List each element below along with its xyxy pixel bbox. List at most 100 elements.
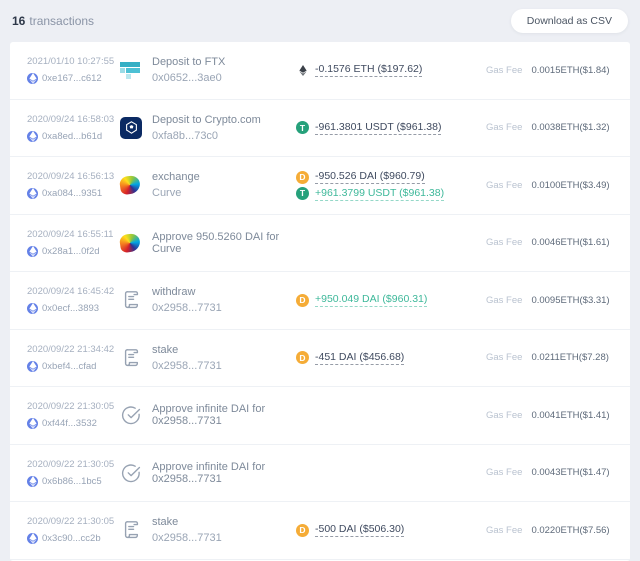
type-cell: Deposit to Crypto.com0xfa8b...73c0 (152, 114, 296, 142)
wallet-address-text: 0xa8ed...b61d (42, 131, 102, 142)
amount-cell: D -950.526 DAI ($960.79) T +961.3799 USDT (… (296, 168, 486, 204)
gas-fee-value: 0.0043ETH($1.47) (531, 467, 609, 478)
amount-cell: D +950.049 DAI ($960.31) (296, 291, 486, 310)
download-csv-button[interactable]: Download as CSV (511, 9, 628, 33)
amount-cell: D-451 DAI ($456.68) (296, 348, 486, 367)
gas-fee-value: 0.0046ETH($1.61) (531, 237, 609, 248)
amount-change: D-500 DAI ($506.30) (296, 523, 486, 537)
transaction-row: 2020/09/22 21:34:420xbef4...cfadstake0x2… (10, 330, 630, 388)
type-icon-cell (120, 117, 152, 139)
crypto-com-logo-icon (120, 117, 142, 139)
type-cell: exchangeCurve (152, 171, 296, 199)
transaction-row: 2020/09/24 16:56:13 0xa084...9351 exchange… (10, 157, 630, 215)
eth-address-icon (27, 361, 38, 372)
gas-fee-value: 0.0015ETH($1.84) (531, 65, 609, 76)
amount-change: D +950.049 DAI ($960.31) (296, 293, 486, 307)
wallet-address-text: 0x28a1...0f2d (42, 246, 100, 257)
gas-fee-label: Gas Fee (486, 65, 522, 76)
dai-token-icon: D (296, 294, 309, 307)
date-address-cell: 2020/09/22 21:30:050x6b86...1bc5 (27, 459, 120, 487)
type-cell: Approve 950.5260 DAI for Curve (152, 231, 296, 255)
type-cell: withdraw0x2958...7731 (152, 286, 296, 314)
transaction-date: 2020/09/24 16:45:42 (27, 286, 120, 297)
gas-fee-cell: Gas Fee0.0095ETH($3.31) (486, 295, 616, 306)
gas-fee-label: Gas Fee (486, 467, 522, 478)
wallet-address: 0xf44f...3532 (27, 418, 120, 429)
type-icon-cell (120, 462, 152, 484)
amount-value[interactable]: +961.3799 USDT ($961.38) (315, 187, 444, 201)
transaction-date: 2020/09/24 16:56:13 (27, 171, 120, 182)
transaction-counterparty: Curve (152, 187, 290, 199)
eth-address-icon (27, 476, 38, 487)
approve-check-icon (120, 404, 142, 426)
wallet-address: 0xe167...c612 (27, 73, 120, 84)
transaction-date: 2020/09/22 21:34:42 (27, 344, 120, 355)
transaction-title: Deposit to FTX (152, 56, 290, 68)
ftx-logo-icon (120, 62, 140, 78)
transaction-counterparty: 0x0652...3ae0 (152, 72, 290, 84)
gas-fee-label: Gas Fee (486, 352, 522, 363)
amount-change: -0.1576 ETH ($197.62) (296, 63, 486, 77)
amount-value[interactable]: -451 DAI ($456.68) (315, 351, 404, 365)
wallet-address-text: 0x3c90...cc2b (42, 533, 101, 544)
type-icon-cell (120, 289, 152, 311)
date-address-cell: 2020/09/24 16:58:030xa8ed...b61d (27, 114, 120, 142)
amount-cell: T-961.3801 USDT ($961.38) (296, 118, 486, 137)
amount-value[interactable]: -950.526 DAI ($960.79) (315, 170, 425, 184)
amount-change: T +961.3799 USDT ($961.38) (296, 187, 486, 201)
transaction-date: 2021/01/10 10:27:55 (27, 56, 120, 67)
amount-value[interactable]: -500 DAI ($506.30) (315, 523, 404, 537)
type-icon-cell (120, 234, 152, 252)
gas-fee-value: 0.0211ETH($7.28) (531, 352, 608, 363)
transaction-count: 16transactions (12, 14, 94, 28)
amount-cell: -0.1576 ETH ($197.62) (296, 61, 486, 80)
type-icon-cell (120, 519, 152, 541)
type-cell: Deposit to FTX 0x0652...3ae0 (152, 56, 296, 84)
gas-fee-cell: Gas Fee 0.0211ETH($7.28) (486, 352, 616, 363)
amount-cell: D-500 DAI ($506.30) (296, 521, 486, 540)
eth-address-icon (27, 303, 38, 314)
eth-address-icon (27, 418, 38, 429)
transaction-row: 2020/09/24 16:58:030xa8ed...b61d Deposit … (10, 100, 630, 158)
transaction-row: 2020/09/22 21:30:05 0xf44f...3532 Approve … (10, 387, 630, 445)
type-icon-cell (120, 347, 152, 369)
date-address-cell: 2020/09/22 21:30:05 0xf44f...3532 (27, 401, 120, 429)
transaction-date: 2020/09/22 21:30:05 (27, 401, 120, 412)
type-icon-cell (120, 404, 152, 426)
gas-fee-label: Gas Fee (486, 237, 522, 248)
transaction-row: 2020/09/22 21:30:050x6b86...1bc5Approve … (10, 445, 630, 503)
eth-address-icon (27, 131, 38, 142)
gas-fee-value: 0.0095ETH($3.31) (531, 295, 609, 306)
amount-change: D -950.526 DAI ($960.79) (296, 170, 486, 184)
transaction-title: stake (152, 516, 290, 528)
approve-check-icon (120, 462, 142, 484)
wallet-address: 0x6b86...1bc5 (27, 476, 120, 487)
wallet-address: 0xbef4...cfad (27, 361, 120, 372)
eth-address-icon (27, 188, 38, 199)
amount-value[interactable]: +950.049 DAI ($960.31) (315, 293, 427, 307)
gas-fee-label: Gas Fee (486, 525, 522, 536)
gas-fee-value: 0.0041ETH($1.41) (531, 410, 609, 421)
type-icon-cell (120, 62, 152, 78)
amount-value[interactable]: -961.3801 USDT ($961.38) (315, 121, 441, 135)
usdt-token-icon: T (296, 187, 309, 200)
gas-fee-cell: Gas Fee 0.0015ETH($1.84) (486, 65, 616, 76)
wallet-address: 0xa084...9351 (27, 188, 120, 199)
date-address-cell: 2021/01/10 10:27:55 0xe167...c612 (27, 56, 120, 84)
transaction-counterparty: 0x2958...7731 (152, 532, 290, 544)
transaction-counterparty: 0x2958...7731 (152, 302, 290, 314)
type-cell: stake 0x2958...7731 (152, 516, 296, 544)
amount-change: T-961.3801 USDT ($961.38) (296, 121, 486, 135)
amount-value[interactable]: -0.1576 ETH ($197.62) (315, 63, 422, 77)
gas-fee-cell: Gas Fee 0.0043ETH($1.47) (486, 467, 616, 478)
gas-fee-label: Gas Fee (486, 410, 522, 421)
curve-logo-icon (119, 175, 141, 196)
dai-token-icon: D (296, 171, 309, 184)
contract-scroll-icon (120, 519, 142, 541)
eth-address-icon (27, 533, 38, 544)
wallet-address: 0x3c90...cc2b (27, 533, 120, 544)
wallet-address-text: 0xf44f...3532 (42, 418, 97, 429)
eth-address-icon (27, 73, 38, 84)
type-cell: Approve infinite DAI for 0x2958...7731 (152, 403, 296, 427)
date-address-cell: 2020/09/22 21:34:42 0xbef4...cfad (27, 344, 120, 372)
